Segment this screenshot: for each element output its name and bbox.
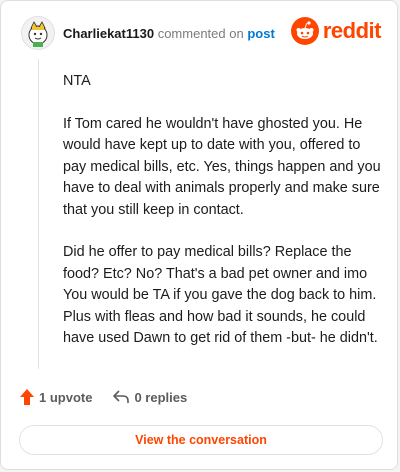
comment-card: Charliekat1130 commented on post reddit … xyxy=(0,0,398,470)
view-conversation-button[interactable]: View the conversation xyxy=(19,425,383,455)
comment-paragraph: If Tom cared he wouldn't have ghosted yo… xyxy=(63,115,381,218)
reply-arrow-icon xyxy=(113,390,130,403)
user-avatar[interactable] xyxy=(21,16,55,50)
comment-header: Charliekat1130 commented on post reddit xyxy=(21,15,382,51)
username-link[interactable]: Charliekat1130 xyxy=(63,26,154,41)
reddit-snoo-icon xyxy=(290,17,319,45)
comment-paragraph: Did he offer to pay medical bills? Repla… xyxy=(63,244,378,346)
replies-button[interactable]: 0 replies xyxy=(112,389,187,405)
comment-footer: 1 upvote 0 replies xyxy=(19,388,187,406)
replies-count: 0 replies xyxy=(134,389,188,405)
comment-body: NTA If Tom cared he wouldn't have ghoste… xyxy=(63,71,383,371)
upvote-arrow-icon xyxy=(20,389,34,405)
comment-meta: Charliekat1130 commented on post xyxy=(63,26,275,41)
avatar-icon xyxy=(28,21,48,47)
reddit-wordmark: reddit xyxy=(322,18,382,43)
post-link[interactable]: post xyxy=(247,26,274,41)
reddit-logo[interactable]: reddit xyxy=(290,17,382,45)
thread-line xyxy=(38,59,39,369)
comment-paragraph: NTA xyxy=(63,73,91,89)
upvote-button[interactable]: 1 upvote xyxy=(19,388,92,406)
comment-action-text: commented on xyxy=(157,25,244,41)
upvote-count: 1 upvote xyxy=(39,389,93,405)
